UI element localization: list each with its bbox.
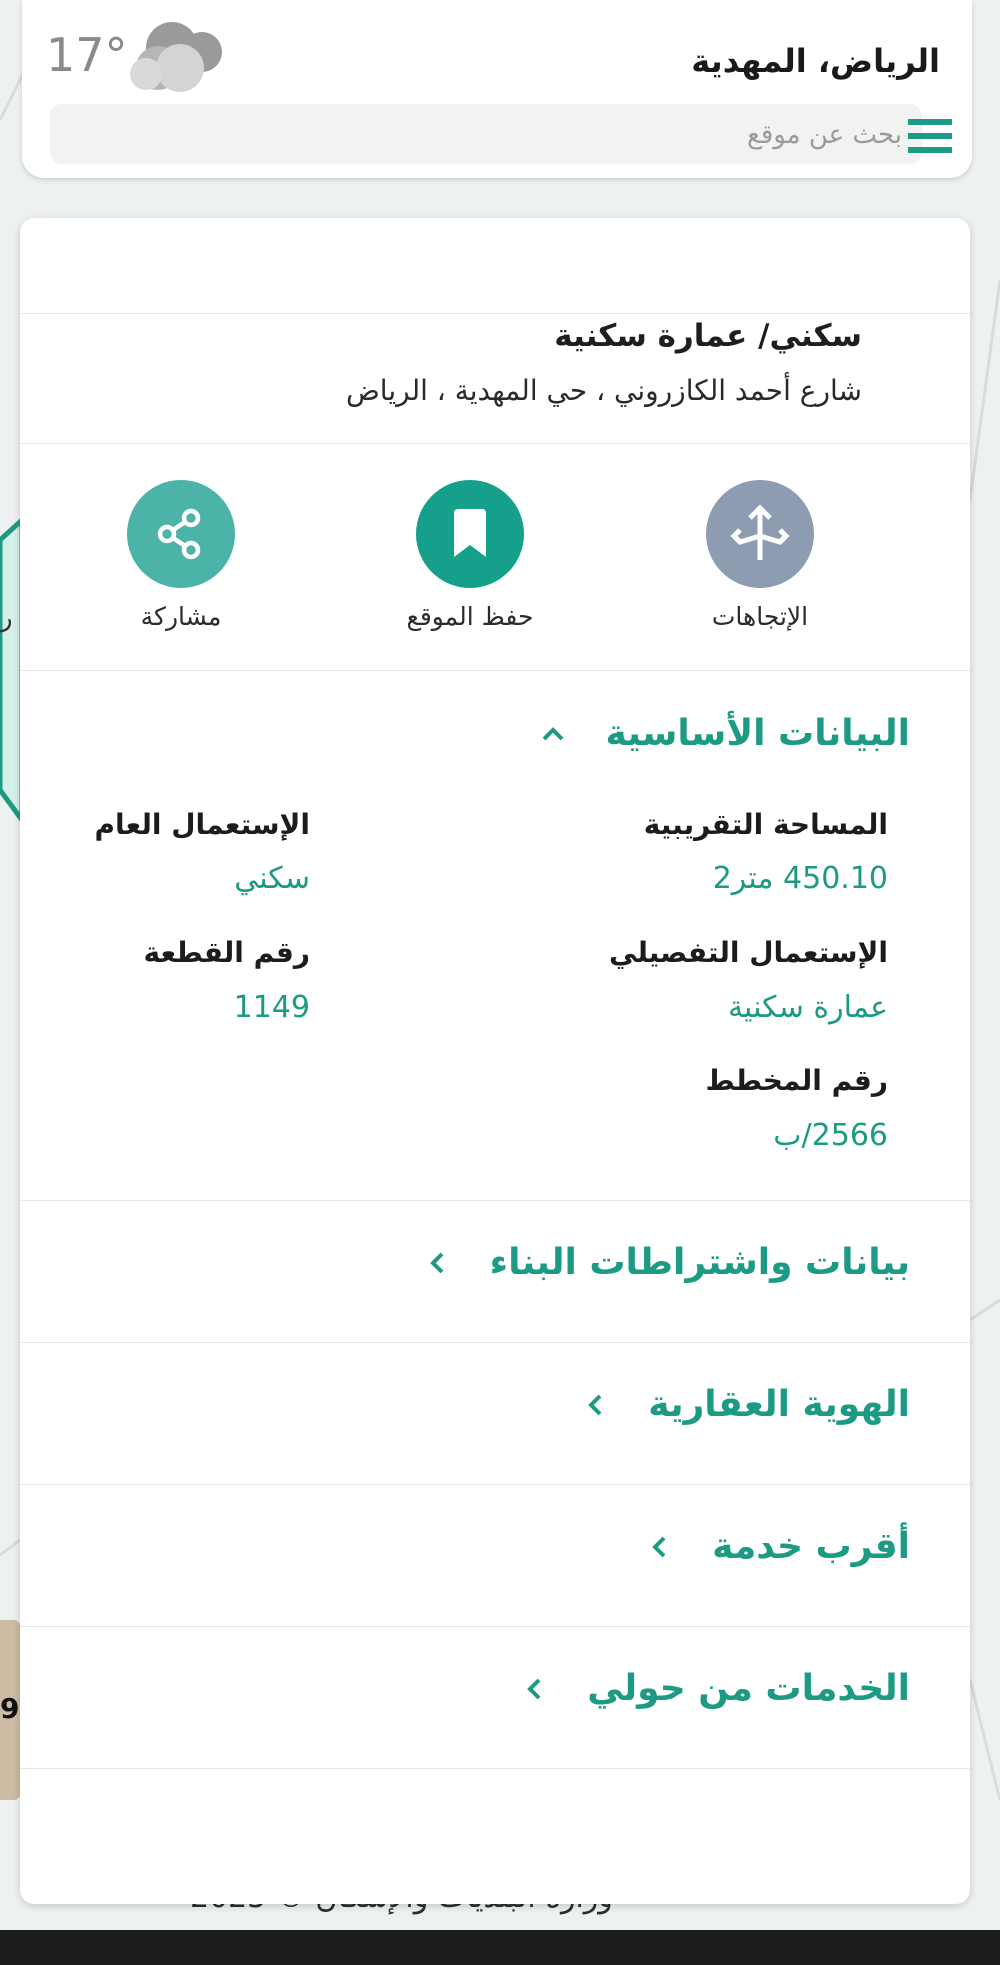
divider [20,1626,970,1627]
building-address: شارع أحمد الكازروني ، حي المهدية ، الريا… [345,374,862,407]
directions-icon [706,480,814,588]
property-identity-title: الهوية العقارية [648,1384,910,1425]
divider [20,443,970,444]
nearby-services-title: الخدمات من حولي [587,1668,910,1709]
divider [20,313,970,314]
share-label: مشاركة [140,602,222,631]
map-edge-label: ر [0,603,13,633]
location-title: الرياض، المهدية [691,42,940,80]
chevron-left-icon [527,1678,541,1699]
map-marker-number: 9 [0,1692,20,1725]
detailed-use-label: الإستعمال التفصيلي [608,936,888,969]
building-requirements-title: بيانات واشتراطات البناء [489,1242,910,1283]
nearby-services-header[interactable]: الخدمات من حولي [521,1668,910,1709]
divider [20,1342,970,1343]
plan-number-label: رقم المخطط [705,1064,888,1097]
search-input[interactable] [100,104,904,166]
basic-data-title: البيانات الأساسية [605,713,910,754]
property-details-sheet: سكني/ عمارة سكنية شارع أحمد الكازروني ، … [20,218,970,1904]
general-use-label: الإستعمال العام [94,808,311,841]
chevron-left-icon [652,1536,666,1557]
location-search-card: الرياض، المهدية 17° [22,0,972,178]
cloud-icon [130,22,222,92]
nearest-service-header[interactable]: أقرب خدمة [646,1526,910,1567]
bookmark-icon [416,480,524,588]
plot-number-value: 1149 [233,990,310,1025]
save-location-button[interactable]: حفظ الموقع [360,480,580,650]
menu-icon[interactable] [908,117,952,155]
divider [20,1484,970,1485]
nearest-service-title: أقرب خدمة [712,1526,910,1567]
plot-number-label: رقم القطعة [143,936,310,969]
area-value: 450.10 متر2 [712,861,888,896]
system-navigation-bar[interactable] [0,1930,1000,1965]
chevron-left-icon [429,1252,444,1273]
chevron-left-icon [588,1394,602,1415]
directions-label: الإتجاهات [711,602,809,631]
parcel-outline [0,514,25,828]
general-use-value: سكني [234,861,310,896]
chevron-up-icon [543,726,564,740]
basic-data-header[interactable]: البيانات الأساسية [539,713,910,754]
directions-button[interactable]: الإتجاهات [650,480,870,650]
divider [20,670,970,671]
divider [20,1768,970,1769]
building-requirements-header[interactable]: بيانات واشتراطات البناء [424,1242,910,1283]
search-bar[interactable] [50,104,922,166]
detailed-use-value: عمارة سكنية [727,990,888,1025]
share-icon [127,480,235,588]
area-label: المساحة التقريبية [643,808,888,841]
save-location-label: حفظ الموقع [406,602,534,631]
plan-number-value: 2566/ب [773,1118,888,1153]
property-identity-header[interactable]: الهوية العقارية [582,1384,910,1425]
building-title: سكني/ عمارة سكنية [554,318,862,354]
temperature: 17° [46,28,128,82]
divider [20,1200,970,1201]
share-button[interactable]: مشاركة [71,480,291,650]
